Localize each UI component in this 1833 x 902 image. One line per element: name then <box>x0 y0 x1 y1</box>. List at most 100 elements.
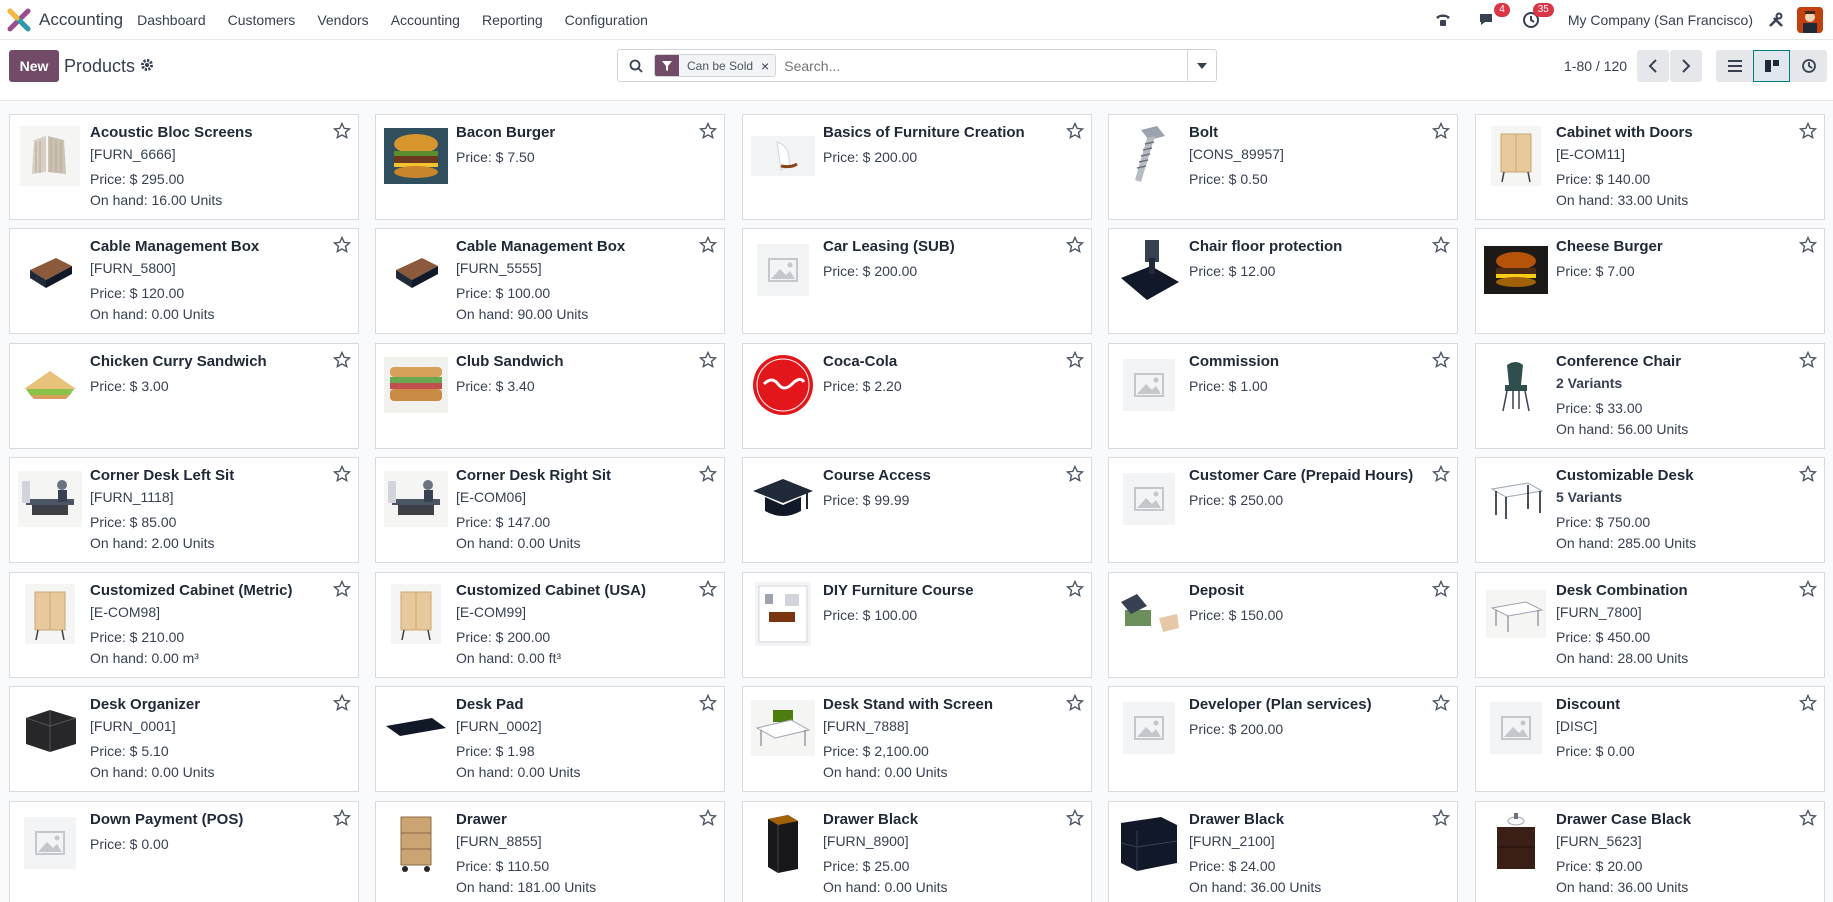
favorite-star-icon[interactable] <box>332 464 352 483</box>
pager-value[interactable]: 1-80 / 120 <box>1564 58 1627 74</box>
menu-configuration[interactable]: Configuration <box>565 12 648 28</box>
favorite-star-icon[interactable] <box>1065 121 1085 140</box>
list-view-button[interactable] <box>1716 50 1753 82</box>
remove-filter-icon[interactable]: × <box>761 58 775 74</box>
activities-icon[interactable]: 35 <box>1520 3 1554 31</box>
search-icon[interactable] <box>618 59 654 73</box>
search-options-toggle[interactable] <box>1187 50 1216 81</box>
product-image <box>384 696 448 760</box>
new-button[interactable]: New <box>9 50 59 82</box>
product-card[interactable]: Cabinet with Doors [E-COM11] Price: $ 140.… <box>1475 114 1825 220</box>
favorite-star-icon[interactable] <box>1798 464 1818 483</box>
product-card[interactable]: Cable Management Box [FURN_5555] Price: $ … <box>375 228 725 334</box>
product-card[interactable]: Club Sandwich Price: $ 3.40 <box>375 343 725 449</box>
menu-dashboard[interactable]: Dashboard <box>137 12 206 28</box>
product-card[interactable]: Developer (Plan services) Price: $ 200.00 <box>1108 686 1458 792</box>
activity-view-button[interactable] <box>1790 50 1827 82</box>
product-card[interactable]: Cheese Burger Price: $ 7.00 <box>1475 228 1825 334</box>
favorite-star-icon[interactable] <box>332 693 352 712</box>
product-card[interactable]: Desk Combination [FURN_7800] Price: $ 450.… <box>1475 572 1825 678</box>
favorite-star-icon[interactable] <box>1065 808 1085 827</box>
favorite-star-icon[interactable] <box>1798 808 1818 827</box>
product-card[interactable]: Course Access Price: $ 99.99 <box>742 457 1092 563</box>
favorite-star-icon[interactable] <box>1065 693 1085 712</box>
product-card[interactable]: Drawer Black [FURN_8900] Price: $ 25.00 On … <box>742 801 1092 902</box>
favorite-star-icon[interactable] <box>332 350 352 369</box>
app-logo-icon[interactable] <box>7 8 31 32</box>
product-card[interactable]: Commission Price: $ 1.00 <box>1108 343 1458 449</box>
favorite-star-icon[interactable] <box>698 693 718 712</box>
product-card[interactable]: Chicken Curry Sandwich Price: $ 3.00 <box>9 343 359 449</box>
menu-vendors[interactable]: Vendors <box>317 12 368 28</box>
pager-next-button[interactable] <box>1670 50 1702 82</box>
product-card[interactable]: Drawer Case Black [FURN_5623] Price: $ 20.… <box>1475 801 1825 902</box>
messages-icon[interactable]: 4 <box>1476 3 1510 31</box>
favorite-star-icon[interactable] <box>698 808 718 827</box>
user-avatar[interactable] <box>1797 7 1823 33</box>
favorite-star-icon[interactable] <box>698 350 718 369</box>
product-reference: [FURN_7888] <box>823 718 909 734</box>
product-card[interactable]: Desk Stand with Screen [FURN_7888] Price: … <box>742 686 1092 792</box>
product-card[interactable]: Corner Desk Left Sit [FURN_1118] Price: $ … <box>9 457 359 563</box>
kanban-view-button[interactable] <box>1753 50 1790 82</box>
product-card[interactable]: Customizable Desk 5 Variants Price: $ 750.… <box>1475 457 1825 563</box>
favorite-star-icon[interactable] <box>1431 350 1451 369</box>
favorite-star-icon[interactable] <box>1065 579 1085 598</box>
favorite-star-icon[interactable] <box>1431 693 1451 712</box>
favorite-star-icon[interactable] <box>1431 464 1451 483</box>
product-card[interactable]: Bolt [CONS_89957] Price: $ 0.50 <box>1108 114 1458 220</box>
favorite-star-icon[interactable] <box>698 579 718 598</box>
product-card[interactable]: Drawer Black [FURN_2100] Price: $ 24.00 On … <box>1108 801 1458 902</box>
gear-icon[interactable] <box>140 58 154 72</box>
menu-customers[interactable]: Customers <box>228 12 296 28</box>
product-card[interactable]: Corner Desk Right Sit [E-COM06] Price: $ 1… <box>375 457 725 563</box>
favorite-star-icon[interactable] <box>1798 121 1818 140</box>
product-card[interactable]: Cable Management Box [FURN_5800] Price: $ … <box>9 228 359 334</box>
product-card[interactable]: Chair floor protection Price: $ 12.00 <box>1108 228 1458 334</box>
product-card[interactable]: Conference Chair 2 Variants Price: $ 33.00… <box>1475 343 1825 449</box>
product-card[interactable]: DIY Furniture Course Price: $ 100.00 <box>742 572 1092 678</box>
favorite-star-icon[interactable] <box>1798 350 1818 369</box>
favorite-star-icon[interactable] <box>1065 350 1085 369</box>
product-card[interactable]: Drawer [FURN_8855] Price: $ 110.50 On hand:… <box>375 801 725 902</box>
favorite-star-icon[interactable] <box>1065 235 1085 254</box>
product-price: Price: $ 210.00 <box>90 629 185 645</box>
favorite-star-icon[interactable] <box>332 579 352 598</box>
favorite-star-icon[interactable] <box>1798 693 1818 712</box>
product-card[interactable]: Discount [DISC] Price: $ 0.00 <box>1475 686 1825 792</box>
product-card[interactable]: Deposit Price: $ 150.00 <box>1108 572 1458 678</box>
product-card[interactable]: Desk Organizer [FURN_0001] Price: $ 5.10 On… <box>9 686 359 792</box>
favorite-star-icon[interactable] <box>332 121 352 140</box>
menu-accounting[interactable]: Accounting <box>391 12 460 28</box>
menu-reporting[interactable]: Reporting <box>482 12 543 28</box>
product-card[interactable]: Customer Care (Prepaid Hours) Price: $ 25… <box>1108 457 1458 563</box>
product-price: Price: $ 0.00 <box>90 836 169 852</box>
favorite-star-icon[interactable] <box>1798 579 1818 598</box>
product-card[interactable]: Coca-Cola Price: $ 2.20 <box>742 343 1092 449</box>
app-name[interactable]: Accounting <box>39 10 123 30</box>
favorite-star-icon[interactable] <box>1065 464 1085 483</box>
product-card[interactable]: Acoustic Bloc Screens [FURN_6666] Price: $… <box>9 114 359 220</box>
favorite-star-icon[interactable] <box>698 235 718 254</box>
product-card[interactable]: Basics of Furniture Creation Price: $ 200… <box>742 114 1092 220</box>
product-card[interactable]: Customized Cabinet (USA) [E-COM99] Price: … <box>375 572 725 678</box>
favorite-star-icon[interactable] <box>1798 235 1818 254</box>
product-card[interactable]: Customized Cabinet (Metric) [E-COM98] Pric… <box>9 572 359 678</box>
pager-previous-button[interactable] <box>1637 50 1669 82</box>
favorite-star-icon[interactable] <box>332 235 352 254</box>
company-switcher[interactable]: My Company (San Francisco) <box>1568 12 1753 28</box>
phone-icon[interactable] <box>1432 9 1454 31</box>
search-input[interactable] <box>784 57 1216 74</box>
product-card[interactable]: Down Payment (POS) Price: $ 0.00 <box>9 801 359 902</box>
favorite-star-icon[interactable] <box>332 808 352 827</box>
tools-icon[interactable] <box>1765 9 1787 31</box>
favorite-star-icon[interactable] <box>1431 121 1451 140</box>
product-card[interactable]: Desk Pad [FURN_0002] Price: $ 1.98 On hand:… <box>375 686 725 792</box>
favorite-star-icon[interactable] <box>698 121 718 140</box>
favorite-star-icon[interactable] <box>1431 235 1451 254</box>
product-card[interactable]: Bacon Burger Price: $ 7.50 <box>375 114 725 220</box>
product-card[interactable]: Car Leasing (SUB) Price: $ 200.00 <box>742 228 1092 334</box>
favorite-star-icon[interactable] <box>698 464 718 483</box>
favorite-star-icon[interactable] <box>1431 808 1451 827</box>
favorite-star-icon[interactable] <box>1431 579 1451 598</box>
